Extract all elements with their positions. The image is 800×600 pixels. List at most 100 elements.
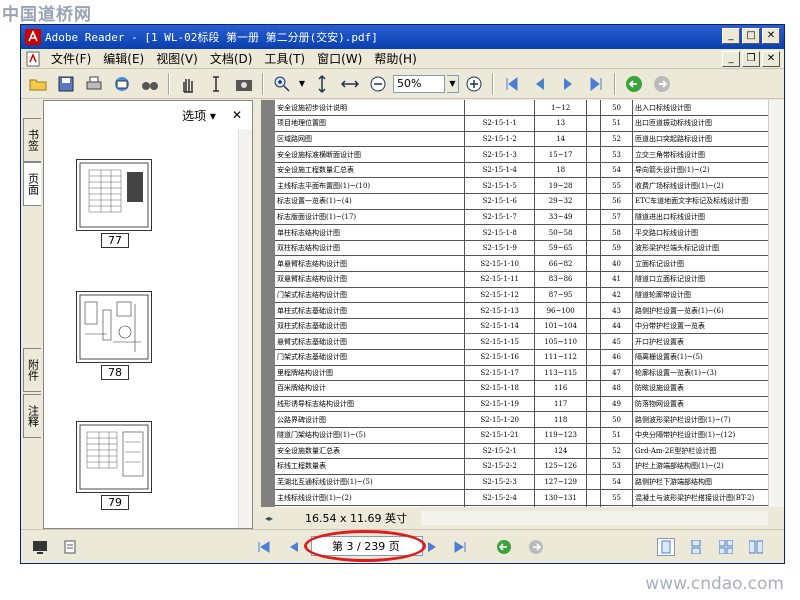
continuous-facing-view-button[interactable] [747,538,765,556]
table-row: 隧道门架结构设计图(1)~(5) S2-15-1-21 119~123 51 中央分隔带… [275,427,781,444]
menu-help[interactable]: 帮助(H) [368,50,422,67]
row-gap-cell [586,396,602,413]
thumbnail-page-number: 79 [101,495,129,510]
thumbnail-image [76,421,152,493]
row-pages-cell: 13 [534,115,588,132]
zoom-out-button[interactable] [365,72,391,96]
row-name2-cell: 出口匝道振动标线设计图 [632,115,781,132]
zoom-in-button[interactable] [461,72,487,96]
screen-mode-button[interactable] [31,538,49,556]
page-thumbnail[interactable]: 77 [76,159,154,248]
page-thumbnail[interactable]: 78 [76,291,154,380]
facing-view-button[interactable] [717,538,735,556]
maximize-button[interactable]: □ [742,28,760,44]
save-button[interactable] [53,72,79,96]
zoom-dropdown-arrow[interactable]: ▼ [297,72,307,96]
go-back-button[interactable] [621,72,647,96]
doc-close-button[interactable]: ✕ [762,51,780,67]
open-folder-icon [29,79,47,90]
row-gap-cell [586,302,602,319]
table-row: 双柱式标志基础设计图 S2-15-1-14 101~104 44 中分带护栏设置一览表 [275,318,781,335]
row-number-cell: 55 [600,177,634,195]
row-gap-cell [586,411,602,428]
page-thumbnail[interactable]: 79 [76,421,154,510]
row-name-cell: 双柱式标志基础设计图 [275,318,466,335]
row-code-cell: S2-15-2-4 [464,489,536,506]
status-previous-page-button[interactable] [285,538,303,556]
previous-page-button[interactable] [527,72,553,96]
row-name-cell: 悬臂式标志基础设计图 [275,333,466,350]
zoom-in-tool-button[interactable] [269,72,295,96]
doc-restore-button[interactable]: ❐ [742,51,760,67]
page-size-label: 16.54 x 11.69 英寸 [305,512,408,525]
row-name2-cell: Grd-Am-2E型护栏设计图 [632,443,781,460]
split-arrows-icon[interactable]: ◂▸ [265,514,273,523]
row-number-cell: 50 [600,411,634,428]
menu-document[interactable]: 文档(D) [204,50,259,67]
status-back-button[interactable] [495,538,513,556]
row-name-cell: 标志设置一览表(1)~(4) [275,193,466,210]
tab-pages[interactable]: 页面 [23,162,41,206]
document-properties-button[interactable] [61,538,79,556]
row-name2-cell: 中央分隔带护栏设计图(1)~(12) [632,427,781,444]
menu-view[interactable]: 视图(V) [150,50,204,67]
row-gap-cell [586,255,602,273]
email-button[interactable] [109,72,135,96]
last-page-button[interactable] [583,72,609,96]
print-button[interactable] [81,72,107,96]
drawing-preview-icon [79,424,149,490]
row-code-cell: S2-15-1-9 [464,240,536,257]
row-number-cell: 49 [600,396,634,413]
row-name2-cell: 隧道进出口标线设计图 [632,209,781,226]
continuous-view-button[interactable] [687,538,705,556]
table-row: 安全设施初步设计说明 1~12 50 出入口标线设计图 [275,100,781,117]
open-button[interactable] [25,72,51,96]
zoom-level-input[interactable]: 50% [393,74,445,93]
first-page-button[interactable] [499,72,525,96]
single-page-view-button[interactable] [657,538,675,556]
zoom-level-dropdown[interactable]: ▼ [447,74,459,93]
minimize-button[interactable]: _ [722,28,740,44]
document-horizontal-scrollbar-area: ◂▸ 16.54 x 11.69 英寸 [261,507,784,529]
snapshot-button[interactable] [231,72,257,96]
status-first-page-button[interactable] [255,538,273,556]
status-next-page-button[interactable] [423,538,441,556]
status-forward-button[interactable] [527,538,545,556]
row-name-cell: 单悬臂标志结构设计图 [275,255,466,273]
table-row: 双柱标志结构设计图 S2-15-1-9 59~65 59 波形梁护栏端头标记设计图 [275,240,781,257]
row-number-cell: 52 [600,131,634,148]
row-gap-cell [586,115,602,132]
hand-tool-button[interactable] [175,72,201,96]
doc-minimize-button[interactable]: _ [722,51,740,67]
next-page-icon [564,77,572,90]
pages-panel-scrollbar[interactable] [238,129,252,528]
close-panel-button[interactable]: ✕ [232,108,242,122]
fit-height-button[interactable] [309,72,335,96]
go-forward-button[interactable] [649,72,675,96]
toolbar-separator [168,72,170,95]
row-pages-cell: 127~129 [534,474,588,491]
tab-attachments[interactable]: 附件 [23,348,41,392]
document-vertical-scrollbar[interactable] [768,100,784,507]
options-menu-button[interactable]: 选项 ▾ [182,107,216,124]
row-name-cell: 门架式标志结构设计图 [275,287,466,304]
select-text-button[interactable] [203,72,229,96]
fit-width-button[interactable] [337,72,363,96]
tab-comments[interactable]: 注释 [23,394,41,438]
menu-tools[interactable]: 工具(T) [258,50,311,67]
status-last-page-button[interactable] [451,538,469,556]
row-name2-cell: 导向箭头设计图(1)~(2) [632,162,781,179]
tab-bookmarks[interactable]: 书签 [23,118,41,162]
document-horizontal-scrollbar[interactable] [421,511,768,525]
search-button[interactable] [137,72,163,96]
menu-window[interactable]: 窗口(W) [311,50,368,67]
next-page-button[interactable] [555,72,581,96]
menu-file[interactable]: 文件(F) [45,50,97,67]
back-arrow-icon [626,75,642,92]
previous-page-icon [290,542,298,552]
menu-edit[interactable]: 编辑(E) [97,50,150,67]
close-button[interactable]: ✕ [762,28,780,44]
thumbnail-image [76,291,152,363]
panel-splitter[interactable] [253,100,261,529]
row-name-cell: 门架式标志基础设计图 [275,349,466,366]
